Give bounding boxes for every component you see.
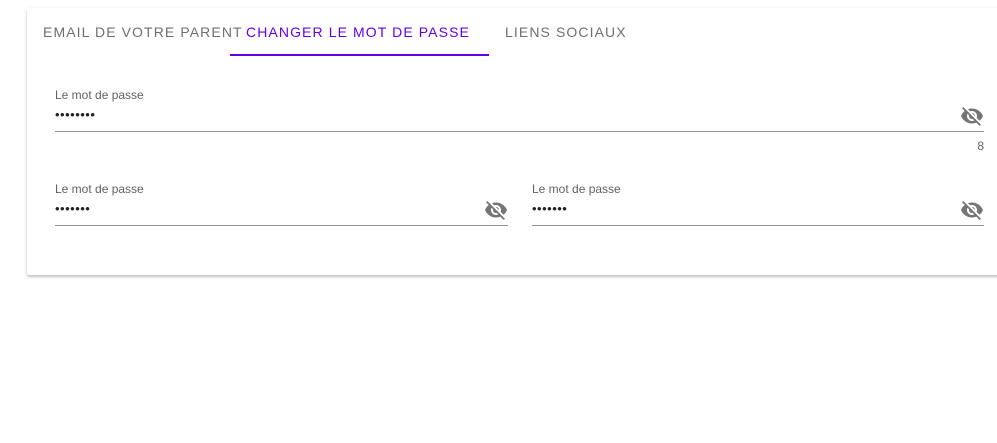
field-underline: [55, 225, 508, 226]
eye-off-icon[interactable]: [484, 198, 508, 222]
field-label: Le mot de passe: [532, 182, 621, 196]
field-label: Le mot de passe: [55, 182, 144, 196]
settings-card: EMAIL DE VOTRE PARENT CHANGER LE MOT DE …: [27, 8, 997, 275]
password-input[interactable]: •••••••: [532, 201, 567, 216]
eye-off-icon[interactable]: [960, 104, 984, 128]
current-password-field[interactable]: Le mot de passe ••••••••: [55, 88, 984, 133]
field-underline: [55, 131, 984, 132]
tab-label: CHANGER LE MOT DE PASSE: [246, 24, 470, 40]
field-underline: [532, 225, 984, 226]
password-input[interactable]: •••••••: [55, 201, 90, 216]
new-password-field[interactable]: Le mot de passe •••••••: [55, 182, 508, 227]
eye-off-icon[interactable]: [960, 198, 984, 222]
tab-change-password[interactable]: CHANGER LE MOT DE PASSE: [230, 8, 489, 56]
tab-bar: EMAIL DE VOTRE PARENT CHANGER LE MOT DE …: [27, 8, 643, 56]
field-label: Le mot de passe: [55, 88, 144, 102]
tab-label: LIENS SOCIAUX: [505, 24, 627, 40]
tab-parent-email[interactable]: EMAIL DE VOTRE PARENT: [27, 8, 242, 56]
tab-label: EMAIL DE VOTRE PARENT: [43, 24, 243, 40]
confirm-password-field[interactable]: Le mot de passe •••••••: [532, 182, 984, 227]
character-counter: 8: [977, 139, 984, 153]
password-input[interactable]: ••••••••: [55, 107, 95, 122]
tab-social-links[interactable]: LIENS SOCIAUX: [489, 8, 643, 56]
